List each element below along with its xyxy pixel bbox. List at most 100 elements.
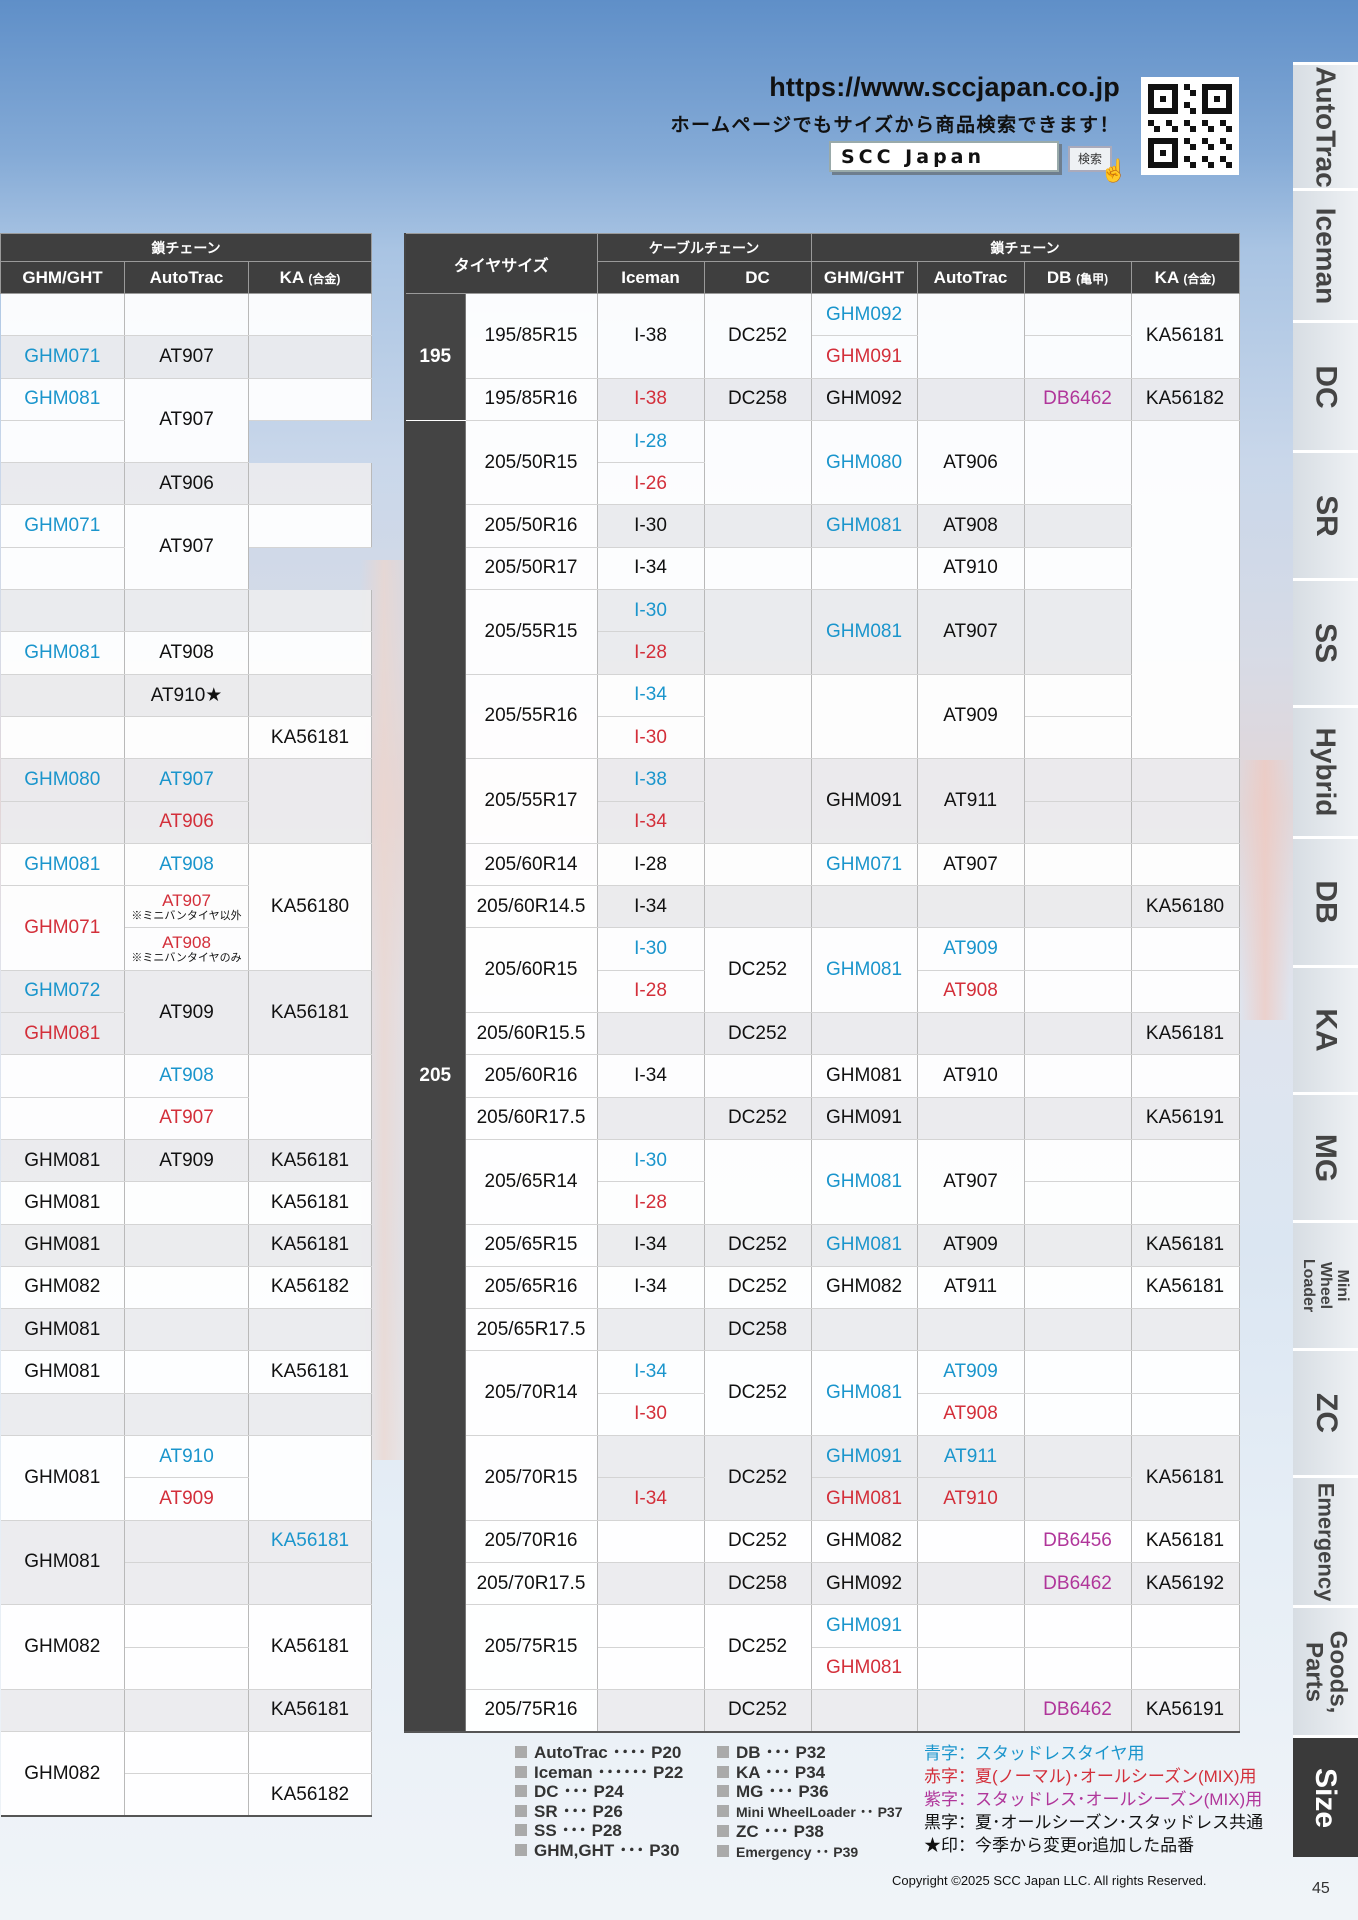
color-legend-item: 黒字：夏･オールシーズン･スタッドレス共通 (924, 1813, 1264, 1832)
tire-size-cell: 205/70R14 (465, 1350, 598, 1437)
ka-cell: KA56181 (248, 970, 372, 1056)
tire-size-cell: 205/60R16 (465, 1054, 598, 1098)
iceman-cell: I-30 (597, 927, 705, 971)
table-row: AT908 (0, 1054, 372, 1140)
square-bullet-icon (717, 1825, 729, 1837)
side-tab-hybrid[interactable]: Hybrid (1293, 705, 1358, 836)
ghm-cell (0, 674, 125, 717)
table-row: 205/50R17 I-34 AT910 (405, 547, 1239, 591)
side-tab-iceman[interactable]: Iceman (1293, 188, 1358, 320)
ghm-cell: GHM081 (811, 1350, 918, 1437)
square-bullet-icon (515, 1746, 527, 1758)
ka-cell (1131, 1139, 1240, 1183)
ghm-cell (811, 674, 918, 760)
ghm-cell (811, 1012, 918, 1056)
ka-cell (1131, 420, 1240, 760)
tire-size-cell: 195/85R16 (465, 378, 598, 421)
table-row: GHM081 AT910 (0, 1435, 372, 1521)
ghm-cell: GHM081 (0, 843, 125, 887)
db-cell (1024, 1604, 1132, 1648)
copyright: Copyright ©2025 SCC Japan LLC. All right… (892, 1873, 1207, 1888)
table-row: GHM082 KA56181 (0, 1604, 372, 1690)
side-tab-db[interactable]: DB (1293, 836, 1358, 965)
tire-size-cell: 205/55R17 (465, 758, 598, 844)
ka-cell (248, 1393, 372, 1437)
legend-item: SS ･･･ P28 (515, 1821, 683, 1841)
db-cell (1024, 1097, 1132, 1140)
side-tab-ka[interactable]: KA (1293, 965, 1358, 1092)
ka-cell (1131, 970, 1240, 1014)
tire-size-cell: 205/55R15 (465, 589, 598, 675)
ghm-cell (0, 1393, 125, 1437)
side-tab-emergency[interactable]: Emergency (1293, 1475, 1358, 1605)
autotrac-cell: AT907 (124, 1097, 249, 1140)
autotrac-cell (917, 1520, 1025, 1563)
ka-cell (1131, 1647, 1240, 1690)
side-tab-ss[interactable]: SS (1293, 578, 1358, 705)
ka-cell: KA56181 (1131, 1266, 1240, 1310)
autotrac-cell (124, 589, 249, 633)
ghm-cell: GHM081 (811, 927, 918, 1014)
ghm-cell: GHM081 (0, 1181, 125, 1225)
table-row (0, 293, 372, 337)
ghm-cell (0, 547, 125, 591)
autotrac-cell: AT907 (124, 758, 249, 802)
db-cell (1024, 589, 1132, 675)
db-cell (1024, 1477, 1132, 1521)
tire-size-cell: 205/70R15 (465, 1435, 598, 1521)
autotrac-cell (124, 1689, 249, 1733)
website-url[interactable]: https://www.sccjapan.co.jp (769, 72, 1120, 103)
tire-size-cell: 205/70R16 (465, 1520, 598, 1563)
table-row: 205/60R17.5 DC252 GHM091 KA56191 (405, 1097, 1240, 1140)
side-tab-dc[interactable]: DC (1293, 320, 1358, 450)
table-row: AT910★ (0, 674, 372, 717)
db-cell (1024, 1350, 1132, 1394)
dc-cell: DC252 (704, 1350, 812, 1437)
autotrac-cell: AT909 (917, 927, 1025, 971)
iceman-cell: I-38 (597, 378, 705, 421)
autotrac-cell: AT907 (124, 335, 249, 379)
dc-cell (704, 547, 812, 591)
ghm-cell: GHM071 (0, 885, 125, 971)
table-row: 205/55R16 I-34 AT909 (405, 674, 1239, 760)
square-bullet-icon (717, 1804, 729, 1817)
autotrac-cell: AT908 ※ミニバンタイヤのみ (124, 927, 249, 971)
square-bullet-icon (717, 1746, 729, 1758)
chain-header: 鎖チェーン (810, 233, 1240, 262)
autotrac-cell: AT910★ (124, 674, 249, 717)
search-box[interactable]: SCC Japan (829, 141, 1059, 172)
ghm-cell: GHM071 (811, 843, 918, 887)
side-tab-mini-wheel-loader[interactable]: Mini Wheel Loader (1293, 1220, 1358, 1348)
ka-cell: KA56191 (1131, 1689, 1240, 1733)
autotrac-cell: AT907 ※ミニバンタイヤ以外 (124, 885, 249, 929)
autotrac-cell (917, 1647, 1025, 1690)
side-tab-mg[interactable]: MG (1293, 1092, 1358, 1220)
ka-cell (1131, 927, 1240, 971)
qr-code[interactable] (1141, 77, 1239, 175)
side-tab-size[interactable]: Size (1293, 1735, 1358, 1857)
ka-cell (248, 462, 372, 506)
page-number: 45 (1312, 1880, 1330, 1897)
table-row: 195 195/85R15 I-38 DC252 GHM092 KA56181 (405, 293, 1240, 421)
autotrac-cell: AT910 (917, 547, 1025, 591)
table-row: 195/85R16 I-38 DC258 GHM092 DB6462 KA56182 (405, 378, 1240, 421)
col-autotrac: AutoTrac (916, 261, 1025, 294)
autotrac-cell: AT908 (124, 631, 249, 675)
ka-cell: KA56181 (248, 1139, 372, 1183)
autotrac-cell: AT908 (917, 970, 1025, 1014)
square-bullet-icon (515, 1843, 527, 1856)
col-iceman: Iceman (596, 261, 705, 294)
iceman-cell: I-34 (597, 1477, 705, 1521)
table-row: 205/70R14 I-34 DC252 GHM081 AT909 (405, 1350, 1240, 1437)
ghm-cell (0, 1689, 125, 1733)
db-cell (1024, 801, 1132, 844)
table-row: 205/65R14 I-30 GHM081 AT907 (405, 1139, 1240, 1225)
search-hint: ホームページでもサイズから商品検索できます！ (670, 115, 1120, 136)
side-tab-sr[interactable]: SR (1293, 450, 1358, 578)
tire-size-cell: 205/50R15 (465, 420, 598, 506)
side-tab-goods-parts[interactable]: Goods, Parts (1293, 1605, 1358, 1735)
side-tab-autotrac[interactable]: AutoTrac (1293, 62, 1358, 188)
side-tab-zc[interactable]: ZC (1293, 1348, 1358, 1475)
db-cell: DB6462 (1024, 1562, 1132, 1606)
ghm-cell: GHM081 (811, 504, 918, 548)
